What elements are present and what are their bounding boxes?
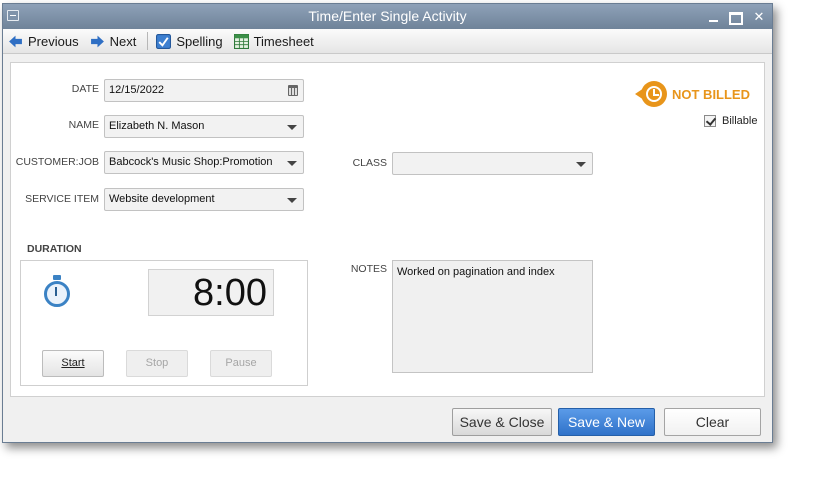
date-value: 12/15/2022 [109, 84, 165, 96]
arrow-left-icon [9, 35, 22, 47]
spelling-button[interactable]: Spelling [156, 33, 223, 49]
service-item-value: Website development [109, 193, 215, 205]
timesheet-icon [233, 33, 249, 49]
clear-label: Clear [695, 414, 730, 430]
duration-display[interactable]: 8:00 [148, 269, 274, 316]
save-close-button[interactable]: Save & Close [452, 408, 552, 436]
next-button[interactable]: Next [90, 33, 137, 49]
minimize-icon[interactable] [706, 10, 720, 24]
customer-job-value: Babcock's Music Shop:Promotion [109, 156, 273, 168]
chevron-down-icon [287, 125, 297, 130]
stopwatch-icon[interactable] [43, 275, 73, 307]
customer-job-label: CUSTOMER:JOB [15, 156, 99, 168]
clear-button[interactable]: Clear [664, 408, 761, 436]
start-button[interactable]: Start [42, 350, 104, 377]
customer-job-dropdown[interactable]: Babcock's Music Shop:Promotion [104, 151, 304, 174]
calendar-icon[interactable] [288, 85, 298, 96]
window-menu-icon[interactable] [7, 10, 19, 21]
timesheet-label: Timesheet [253, 33, 314, 49]
save-new-label: Save & New [567, 414, 646, 430]
spell-check-icon [156, 33, 172, 49]
chevron-down-icon [287, 198, 297, 203]
previous-label: Previous [28, 33, 79, 49]
chevron-down-icon [287, 161, 297, 166]
start-label: Start [61, 357, 85, 369]
toolbar-divider [147, 32, 149, 50]
status-badge: NOT BILLED [672, 86, 750, 102]
title-bar[interactable]: Time/Enter Single Activity ✕ [3, 4, 772, 29]
save-new-button[interactable]: Save & New [558, 408, 655, 436]
maximize-icon[interactable] [729, 10, 743, 24]
next-label: Next [109, 33, 137, 49]
duration-panel: 8:00 Start Stop Pause [20, 260, 308, 386]
window-controls: ✕ [706, 4, 766, 29]
close-icon[interactable]: ✕ [752, 9, 766, 24]
pause-label: Pause [225, 357, 257, 369]
name-dropdown[interactable]: Elizabeth N. Mason [104, 115, 304, 138]
duration-label: DURATION [27, 243, 82, 255]
billable-label: Billable [722, 115, 758, 127]
class-dropdown[interactable] [392, 152, 593, 175]
service-item-dropdown[interactable]: Website development [104, 188, 304, 211]
service-item-label: SERVICE ITEM [25, 193, 99, 205]
price-tag-clock-icon [635, 81, 667, 107]
chevron-down-icon [576, 162, 586, 167]
arrow-right-icon [90, 35, 104, 47]
billing-status: NOT BILLED [635, 81, 750, 107]
toolbar: Previous Next Spelling Timesheet [3, 29, 772, 54]
class-label: CLASS [352, 157, 387, 169]
activity-form: DATE 12/15/2022 NAME Elizabeth N. Mason … [10, 62, 765, 397]
window-title: Time/Enter Single Activity [308, 8, 467, 24]
notes-textarea[interactable]: Worked on pagination and index [392, 260, 593, 373]
pause-button[interactable]: Pause [210, 350, 272, 377]
save-close-label: Save & Close [459, 414, 545, 430]
name-label: NAME [68, 119, 99, 131]
time-entry-window: Time/Enter Single Activity ✕ Previous Ne… [2, 3, 773, 443]
billable-option[interactable]: Billable [704, 115, 757, 127]
notes-label: NOTES [350, 263, 387, 275]
billable-checkbox[interactable] [704, 115, 716, 127]
previous-button[interactable]: Previous [8, 34, 79, 49]
date-field[interactable]: 12/15/2022 [104, 79, 304, 102]
timesheet-button[interactable]: Timesheet [233, 33, 314, 49]
stop-label: Stop [145, 357, 169, 369]
stop-button[interactable]: Stop [126, 350, 188, 377]
spelling-label: Spelling [176, 33, 223, 49]
name-value: Elizabeth N. Mason [109, 120, 205, 132]
date-label: DATE [71, 83, 99, 95]
